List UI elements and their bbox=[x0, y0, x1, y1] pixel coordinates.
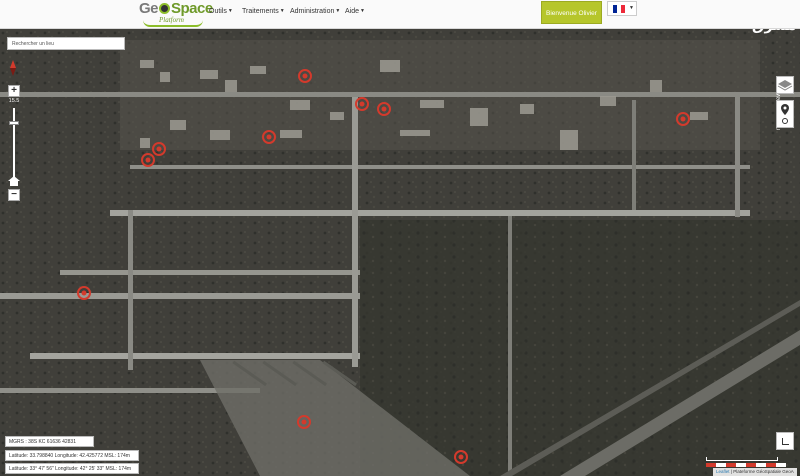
welcome-user-button[interactable]: Bienvenue Olivier bbox=[541, 1, 602, 24]
satellite-imagery bbox=[0, 29, 800, 476]
target-marker-icon[interactable] bbox=[355, 97, 369, 111]
menu-administration[interactable]: Administration▼ bbox=[290, 8, 340, 15]
globe-icon bbox=[159, 3, 171, 14]
leaflet-link[interactable]: Leaflet bbox=[716, 469, 730, 474]
french-flag-icon bbox=[613, 5, 625, 13]
decimal-coordinates-readout: Latitude: 33.798840 Longitude: 42.425772… bbox=[5, 450, 139, 461]
zoom-in-button[interactable]: + bbox=[8, 85, 20, 97]
layers-button[interactable] bbox=[776, 76, 794, 94]
fullscreen-button[interactable] bbox=[776, 432, 794, 450]
zoom-level-readout: 15.5 bbox=[8, 98, 20, 104]
target-marker-icon[interactable] bbox=[297, 415, 311, 429]
mgrs-readout: MGRS : 38S KC 61636 42831 bbox=[5, 436, 94, 447]
layers-icon bbox=[777, 80, 793, 91]
locate-button[interactable] bbox=[776, 100, 794, 128]
target-marker-icon[interactable] bbox=[77, 286, 91, 300]
language-select[interactable]: ▼ bbox=[607, 1, 637, 16]
zoom-slider-track[interactable] bbox=[13, 108, 15, 182]
target-marker-icon[interactable] bbox=[298, 69, 312, 83]
zoom-out-button[interactable]: − bbox=[8, 189, 20, 201]
menu-outils[interactable]: Outils▼ bbox=[209, 8, 233, 15]
geospace-logo[interactable]: Ge Space Platform bbox=[139, 0, 213, 27]
place-search-input[interactable]: Rechercher un lieu bbox=[7, 37, 125, 50]
top-navbar: Ge Space Platform Outils▼ Traitements▼ Ad… bbox=[0, 0, 800, 29]
target-marker-icon[interactable] bbox=[454, 450, 468, 464]
location-pin-icon bbox=[781, 104, 789, 124]
target-marker-icon[interactable] bbox=[377, 102, 391, 116]
home-icon[interactable] bbox=[8, 176, 20, 186]
scale-bar bbox=[706, 457, 778, 461]
map-attribution: Leaflet | Plateforme GéoSpatiale GeoA bbox=[713, 468, 797, 476]
target-marker-icon[interactable] bbox=[676, 112, 690, 126]
menu-aide[interactable]: Aide▼ bbox=[345, 8, 365, 15]
satellite-map[interactable] bbox=[0, 29, 800, 476]
menu-traitements[interactable]: Traitements▼ bbox=[242, 8, 285, 15]
compass-icon[interactable] bbox=[5, 60, 21, 76]
scale-ruler bbox=[706, 463, 786, 467]
target-marker-icon[interactable] bbox=[141, 153, 155, 167]
dms-coordinates-readout: Latitude: 33° 47' 56" Longitude: 42° 25'… bbox=[5, 463, 139, 474]
target-marker-icon[interactable] bbox=[262, 130, 276, 144]
zoom-slider-handle[interactable] bbox=[9, 121, 19, 125]
